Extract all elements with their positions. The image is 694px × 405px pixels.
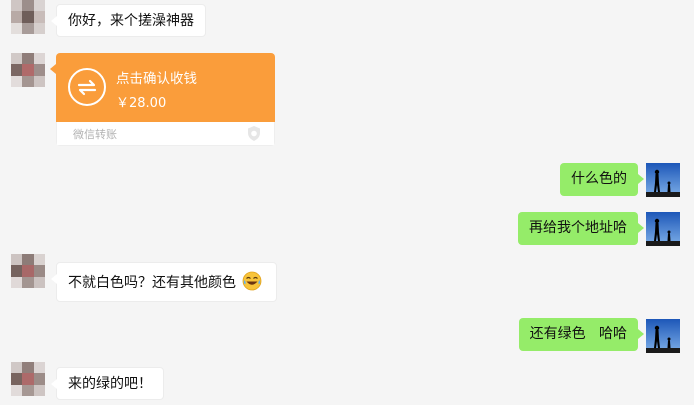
laughing-tears-emoji-icon — [243, 271, 262, 291]
message-bubble-incoming[interactable]: 来的绿的吧！ — [51, 367, 164, 400]
message-bubble-outgoing[interactable]: 再给我个地址哈 — [518, 212, 644, 245]
my-avatar[interactable] — [646, 212, 680, 246]
transfer-card-header: 点击确认收钱 ￥28.00 — [56, 53, 275, 122]
transfer-amount: ￥28.00 — [116, 96, 167, 111]
contact-avatar[interactable] — [11, 0, 45, 34]
message-bubble-outgoing[interactable]: 什么色的 — [560, 163, 644, 196]
my-avatar-image — [646, 212, 680, 246]
my-avatar-image — [646, 319, 680, 353]
my-avatar[interactable] — [646, 163, 680, 197]
transfer-exchange-icon — [68, 68, 106, 106]
contact-avatar[interactable] — [11, 362, 45, 396]
message-text: 再给我个地址哈 — [529, 220, 627, 236]
contact-avatar[interactable] — [11, 254, 45, 288]
message-text: 什么色的 — [571, 171, 627, 187]
transfer-card-footer: 微信转账 — [56, 122, 275, 146]
my-avatar-image — [646, 163, 680, 197]
message-text: 还有绿色 哈哈 — [529, 326, 627, 342]
message-text: 来的绿的吧！ — [68, 376, 152, 392]
transfer-footer-label: 微信转账 — [73, 128, 117, 141]
my-avatar[interactable] — [646, 319, 680, 353]
message-bubble-outgoing[interactable]: 还有绿色 哈哈 — [518, 318, 645, 351]
message-text: 你好，来个搓澡神器 — [68, 13, 194, 29]
transfer-title: 点击确认收钱 — [116, 71, 197, 87]
message-bubble-incoming[interactable]: 不就白色吗？还有其他颜色 — [50, 262, 278, 302]
message-text: 不就白色吗？还有其他颜色 — [68, 275, 236, 291]
transfer-card[interactable]: 点击确认收钱 ￥28.00 微信转账 — [56, 53, 275, 146]
wechat-pay-shield-icon — [248, 126, 260, 141]
contact-avatar[interactable] — [11, 53, 45, 87]
transfer-card-pointer — [50, 64, 56, 74]
message-bubble-incoming[interactable]: 你好，来个搓澡神器 — [51, 4, 206, 37]
